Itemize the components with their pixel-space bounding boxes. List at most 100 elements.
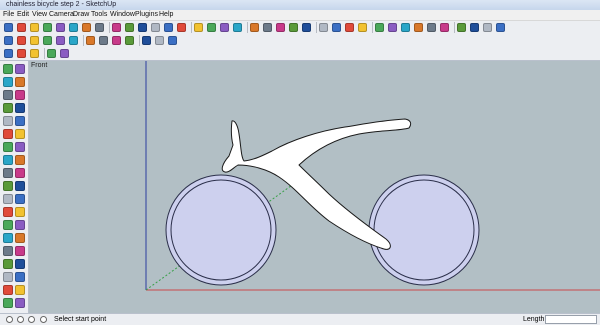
offset-icon[interactable] — [15, 142, 25, 152]
shadows-icon[interactable] — [99, 36, 108, 45]
select-icon[interactable] — [4, 23, 13, 32]
previous-icon[interactable] — [3, 220, 13, 230]
pencil-icon[interactable] — [30, 23, 39, 32]
3d-text-icon[interactable] — [263, 23, 272, 32]
fog-icon[interactable] — [112, 36, 121, 45]
get-models-icon[interactable] — [3, 285, 13, 295]
text-icon[interactable] — [15, 168, 25, 178]
paint-bucket-icon[interactable] — [3, 259, 13, 269]
protractor-icon[interactable] — [3, 168, 13, 178]
credits-icon[interactable] — [17, 316, 24, 323]
previous-view-icon[interactable] — [345, 23, 354, 32]
geo-location-icon[interactable] — [6, 316, 13, 323]
push-pull-icon[interactable] — [15, 116, 25, 126]
zoom-window-icon[interactable] — [319, 23, 328, 32]
move-icon[interactable] — [138, 23, 147, 32]
protractor-icon[interactable] — [220, 23, 229, 32]
scale-icon[interactable] — [177, 23, 186, 32]
freehand-icon[interactable] — [15, 103, 25, 113]
zoom-extents-icon[interactable] — [15, 220, 25, 230]
arc-icon[interactable] — [15, 90, 25, 100]
next-view-icon[interactable] — [358, 23, 367, 32]
scenes-icon[interactable] — [3, 298, 13, 308]
circle-icon[interactable] — [56, 23, 65, 32]
follow-me-icon[interactable] — [125, 23, 134, 32]
polygon-icon[interactable] — [3, 103, 13, 113]
axes-icon[interactable] — [3, 181, 13, 191]
measurements-input[interactable] — [545, 315, 597, 324]
top-view-icon[interactable] — [388, 23, 397, 32]
orbit-icon[interactable] — [276, 23, 285, 32]
rectangle-icon[interactable] — [43, 23, 52, 32]
sandbox-icon[interactable] — [3, 272, 13, 282]
pan-icon[interactable] — [15, 194, 25, 204]
rotate-icon[interactable] — [151, 23, 160, 32]
axes-icon[interactable] — [250, 23, 259, 32]
hidden-line-icon[interactable] — [30, 36, 39, 45]
dimension-icon[interactable] — [207, 23, 216, 32]
menu-view[interactable]: View — [32, 10, 47, 20]
warehouse-icon[interactable] — [155, 36, 164, 45]
drawing-viewport[interactable]: Front — [29, 61, 600, 313]
menu-draw[interactable]: Draw — [73, 10, 89, 20]
scale-icon[interactable] — [3, 142, 13, 152]
x-ray-icon[interactable] — [4, 36, 13, 45]
walk-icon[interactable] — [4, 49, 13, 58]
share-component-icon[interactable] — [483, 23, 492, 32]
follow-me-icon[interactable] — [15, 129, 25, 139]
instructor-icon[interactable] — [40, 316, 47, 323]
paint-side-icon[interactable] — [60, 49, 69, 58]
menu-edit[interactable]: Edit — [17, 10, 29, 20]
monochrome-icon[interactable] — [69, 36, 78, 45]
look-around-icon[interactable] — [17, 49, 26, 58]
rectangle-icon[interactable] — [3, 77, 13, 87]
photo-match-icon[interactable] — [168, 36, 177, 45]
photo-match-icon[interactable] — [15, 272, 25, 282]
zoom-icon[interactable] — [302, 23, 311, 32]
zoom-icon[interactable] — [3, 207, 13, 217]
shaded-icon[interactable] — [43, 36, 52, 45]
look-around-icon[interactable] — [3, 246, 13, 256]
push-pull-icon[interactable] — [112, 23, 121, 32]
make-component-icon[interactable] — [95, 23, 104, 32]
front-view-icon[interactable] — [401, 23, 410, 32]
menu-plugins[interactable]: Plugins — [135, 10, 158, 20]
edge-style-icon[interactable] — [125, 36, 134, 45]
paint-bucket-icon[interactable] — [82, 23, 91, 32]
select-side-icon[interactable] — [47, 49, 56, 58]
move-icon[interactable] — [3, 116, 13, 126]
tape-measure-icon[interactable] — [3, 155, 13, 165]
share-model-icon[interactable] — [470, 23, 479, 32]
section-plane-icon[interactable] — [15, 246, 25, 256]
menu-file[interactable]: File — [3, 10, 14, 20]
make-component-icon[interactable] — [15, 259, 25, 269]
3d-text-icon[interactable] — [15, 181, 25, 191]
get-models-icon[interactable] — [457, 23, 466, 32]
left-view-icon[interactable] — [440, 23, 449, 32]
zoom-window-icon[interactable] — [15, 207, 25, 217]
tape-measure-icon[interactable] — [194, 23, 203, 32]
orbit-icon[interactable] — [3, 194, 13, 204]
zoom-extents-icon[interactable] — [332, 23, 341, 32]
text-icon[interactable] — [233, 23, 242, 32]
layers-icon[interactable] — [15, 285, 25, 295]
dimension-icon[interactable] — [15, 155, 25, 165]
sandbox-icon[interactable] — [142, 36, 151, 45]
right-view-icon[interactable] — [414, 23, 423, 32]
help-icon[interactable] — [28, 316, 35, 323]
wireframe-icon[interactable] — [17, 36, 26, 45]
shaded-textures-icon[interactable] — [56, 36, 65, 45]
position-camera-icon[interactable] — [30, 49, 39, 58]
layers-icon[interactable] — [496, 23, 505, 32]
rotate-icon[interactable] — [3, 129, 13, 139]
fog-icon[interactable] — [15, 298, 25, 308]
back-view-icon[interactable] — [427, 23, 436, 32]
arc-icon[interactable] — [69, 23, 78, 32]
position-camera-icon[interactable] — [3, 233, 13, 243]
line-icon[interactable] — [15, 77, 25, 87]
eraser-icon[interactable] — [15, 64, 25, 74]
iso-view-icon[interactable] — [375, 23, 384, 32]
select-icon[interactable] — [3, 64, 13, 74]
pan-icon[interactable] — [289, 23, 298, 32]
eraser-icon[interactable] — [17, 23, 26, 32]
